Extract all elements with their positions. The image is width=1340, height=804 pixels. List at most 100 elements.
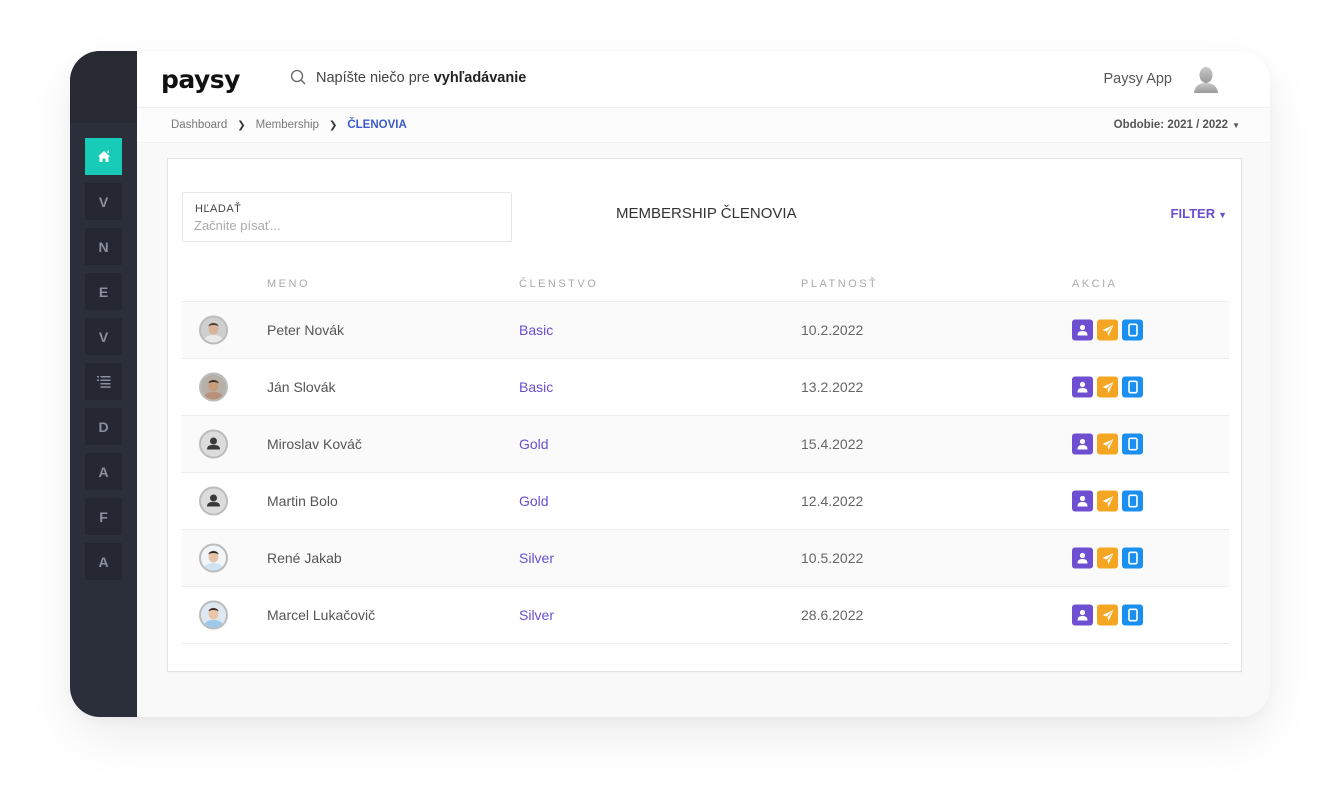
- header-name[interactable]: MENO: [267, 278, 310, 290]
- avatar: [199, 486, 228, 516]
- table-row[interactable]: Miroslav Kováč Gold 15.4.2022: [182, 416, 1229, 473]
- sidebar-item-home[interactable]: [85, 138, 122, 175]
- sidebar-item-n-2[interactable]: N: [85, 228, 122, 265]
- avatar-frame: [199, 600, 228, 630]
- sidebar-item-d-6[interactable]: D: [85, 408, 122, 445]
- device-icon: [1127, 608, 1138, 622]
- table-body: Peter Novák Basic 10.2.2022 Ján Slovák Basic…: [182, 302, 1229, 644]
- member-name: René Jakab: [267, 550, 342, 566]
- avatar-frame: [199, 543, 228, 573]
- sidebar-header: [70, 51, 137, 123]
- breadcrumb: Dashboard ❯ Membership ❯ ČLENOVIA: [171, 119, 407, 131]
- table-row[interactable]: Peter Novák Basic 10.2.2022: [182, 302, 1229, 359]
- member-validity: 10.2.2022: [801, 322, 864, 338]
- members-card: HĽADAŤ MEMBERSHIP ČLENOVIA FILTER▼ MENO …: [167, 158, 1242, 672]
- device-button[interactable]: [1122, 319, 1143, 341]
- view-profile-button[interactable]: [1072, 490, 1093, 512]
- send-message-button[interactable]: [1097, 490, 1118, 512]
- breadcrumb-dashboard[interactable]: Dashboard: [171, 119, 227, 131]
- caret-down-icon: ▼: [1218, 210, 1227, 220]
- device-button[interactable]: [1122, 433, 1143, 455]
- avatar-photo: [201, 602, 226, 628]
- avatar: [199, 543, 228, 573]
- device-button[interactable]: [1122, 490, 1143, 512]
- row-actions: [1072, 547, 1143, 569]
- profile-icon: [1077, 552, 1088, 564]
- header-validity[interactable]: PLATNOSŤ: [801, 278, 878, 290]
- app-window: V N E V D A F A paysy Napíšte niečo pre vyhľadá…: [70, 51, 1270, 717]
- device-icon: [1127, 494, 1138, 508]
- view-profile-button[interactable]: [1072, 319, 1093, 341]
- global-search[interactable]: Napíšte niečo pre vyhľadávanie: [290, 69, 526, 86]
- device-button[interactable]: [1122, 604, 1143, 626]
- view-profile-button[interactable]: [1072, 604, 1093, 626]
- device-button[interactable]: [1122, 376, 1143, 398]
- view-profile-button[interactable]: [1072, 376, 1093, 398]
- sidebar-item-label: V: [98, 193, 109, 210]
- avatar: [199, 600, 228, 630]
- member-tier[interactable]: Silver: [519, 550, 554, 566]
- header-membership[interactable]: ČLENSTVO: [519, 278, 598, 290]
- sidebar-item-a-7[interactable]: A: [85, 453, 122, 490]
- member-validity: 12.4.2022: [801, 493, 864, 509]
- avatar-frame: [199, 486, 228, 516]
- send-message-button[interactable]: [1097, 433, 1118, 455]
- top-bar: paysy Napíšte niečo pre vyhľadávanie Pay…: [137, 51, 1270, 108]
- row-actions: [1072, 376, 1143, 398]
- user-menu[interactable]: Paysy App: [1103, 65, 1220, 93]
- table-row[interactable]: Ján Slovák Basic 13.2.2022: [182, 359, 1229, 416]
- send-icon: [1102, 438, 1113, 450]
- view-profile-button[interactable]: [1072, 547, 1093, 569]
- table-row[interactable]: René Jakab Silver 10.5.2022: [182, 530, 1229, 587]
- member-name: Ján Slovák: [267, 379, 336, 395]
- avatar: [199, 429, 228, 459]
- period-label: Obdobie: 2021 / 2022: [1113, 119, 1229, 131]
- table-row[interactable]: Marcel Lukačovič Silver 28.6.2022: [182, 587, 1229, 644]
- row-actions: [1072, 490, 1143, 512]
- device-icon: [1127, 380, 1138, 394]
- member-tier[interactable]: Basic: [519, 322, 553, 338]
- send-message-button[interactable]: [1097, 547, 1118, 569]
- avatar-photo: [201, 317, 226, 343]
- sidebar-item-f-8[interactable]: F: [85, 498, 122, 535]
- list-icon: [96, 376, 110, 388]
- send-message-button[interactable]: [1097, 604, 1118, 626]
- member-tier[interactable]: Basic: [519, 379, 553, 395]
- filter-label: FILTER: [1170, 206, 1216, 221]
- members-search-input[interactable]: [194, 218, 494, 233]
- send-message-button[interactable]: [1097, 376, 1118, 398]
- sidebar-item-v-1[interactable]: V: [85, 183, 122, 220]
- send-icon: [1102, 324, 1113, 336]
- sidebar-item-v-4[interactable]: V: [85, 318, 122, 355]
- member-validity: 15.4.2022: [801, 436, 864, 452]
- profile-icon: [1077, 324, 1088, 336]
- sidebar-item-label: V: [98, 328, 109, 345]
- breadcrumb-membership[interactable]: Membership: [256, 119, 319, 131]
- profile-icon: [1077, 609, 1088, 621]
- send-icon: [1102, 495, 1113, 507]
- profile-icon: [1077, 381, 1088, 393]
- member-tier[interactable]: Gold: [519, 436, 549, 452]
- send-icon: [1102, 381, 1113, 393]
- view-profile-button[interactable]: [1072, 433, 1093, 455]
- filter-button[interactable]: FILTER ▼: [1171, 206, 1227, 221]
- member-tier[interactable]: Gold: [519, 493, 549, 509]
- user-avatar-icon: [1194, 67, 1218, 93]
- logo[interactable]: paysy: [161, 65, 240, 94]
- sidebar-item-list[interactable]: [85, 363, 122, 400]
- period-selector[interactable]: Obdobie: 2021 / 2022 ▼: [1114, 119, 1240, 131]
- sidebar-items: V N E V D A F A: [85, 138, 122, 580]
- breadcrumb-bar: Dashboard ❯ Membership ❯ ČLENOVIA Obdobi…: [137, 108, 1270, 143]
- device-button[interactable]: [1122, 547, 1143, 569]
- row-actions: [1072, 604, 1143, 626]
- sidebar-item-e-3[interactable]: E: [85, 273, 122, 310]
- sidebar-item-a-9[interactable]: A: [85, 543, 122, 580]
- member-tier[interactable]: Silver: [519, 607, 554, 623]
- sidebar-item-label: D: [98, 418, 109, 435]
- table-row[interactable]: Martin Bolo Gold 12.4.2022: [182, 473, 1229, 530]
- device-icon: [1127, 437, 1138, 451]
- members-search[interactable]: HĽADAŤ: [182, 192, 512, 242]
- main-area: paysy Napíšte niečo pre vyhľadávanie Pay…: [137, 51, 1270, 717]
- send-message-button[interactable]: [1097, 319, 1118, 341]
- avatar-frame: [199, 372, 228, 402]
